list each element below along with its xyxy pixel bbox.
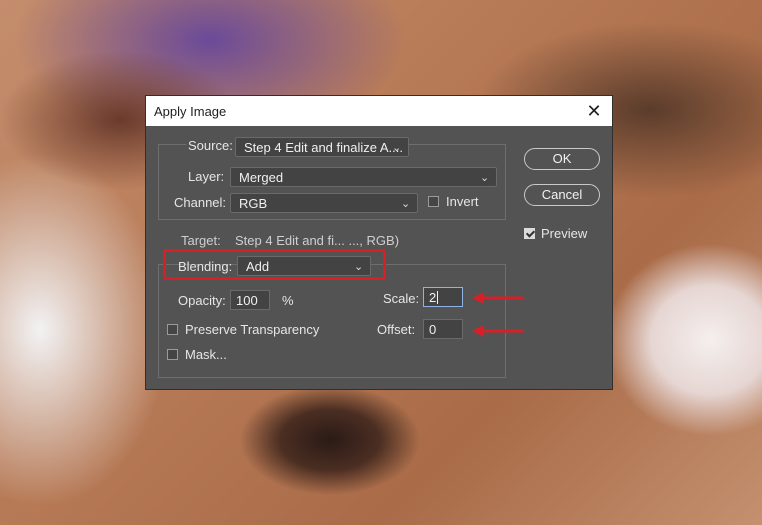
offset-value: 0 [429, 322, 437, 337]
preserve-transparency-label[interactable]: Preserve Transparency [185, 322, 319, 337]
opacity-value: 100 [236, 293, 258, 308]
arrow-head [472, 325, 484, 337]
layer-value: Merged [239, 170, 284, 185]
scale-value: 2 [429, 290, 437, 305]
invert-checkbox[interactable] [428, 196, 439, 207]
layer-select[interactable]: Merged ⌄ [230, 167, 497, 187]
chevron-down-icon: ⌄ [480, 172, 490, 184]
scale-input[interactable]: 2 [423, 287, 463, 307]
preserve-transparency-checkbox[interactable] [167, 324, 178, 335]
preview-label[interactable]: Preview [541, 226, 587, 241]
target-value: Step 4 Edit and fi... ..., RGB) [235, 233, 400, 248]
scale-label: Scale: [383, 291, 420, 306]
opacity-label: Opacity: [178, 293, 226, 308]
dialog-title: Apply Image [154, 104, 227, 119]
opacity-unit: % [282, 293, 294, 308]
opacity-input[interactable]: 100 [230, 290, 270, 310]
ok-button[interactable]: OK [524, 148, 600, 170]
chevron-down-icon: ⌄ [392, 142, 402, 154]
text-caret [437, 291, 439, 304]
channel-value: RGB [239, 196, 268, 211]
invert-label[interactable]: Invert [446, 194, 479, 209]
offset-label: Offset: [377, 322, 416, 337]
channel-select[interactable]: RGB ⌄ [230, 193, 418, 213]
chevron-down-icon: ⌄ [401, 198, 411, 210]
preview-checkbox[interactable] [524, 228, 535, 239]
target-label: Target: [181, 233, 221, 248]
source-value: Step 4 Edit and finalize A.... [244, 140, 403, 155]
offset-input[interactable]: 0 [423, 319, 463, 339]
source-label: Source: [186, 138, 235, 153]
channel-label: Channel: [174, 195, 227, 210]
arrow-head [472, 292, 484, 304]
source-select[interactable]: Step 4 Edit and finalize A.... ⌄ [235, 137, 409, 157]
apply-image-dialog: Apply Image ✕ Source: Step 4 Edit and fi… [145, 95, 613, 390]
mask-label[interactable]: Mask... [185, 347, 227, 362]
scale-annotation-arrow [472, 292, 524, 304]
cancel-button[interactable]: Cancel [524, 184, 600, 206]
offset-annotation-arrow [472, 325, 524, 337]
dialog-titlebar: Apply Image ✕ [146, 96, 612, 126]
mask-checkbox[interactable] [167, 349, 178, 360]
blending-highlight [163, 249, 386, 280]
layer-label: Layer: [188, 169, 225, 184]
close-icon[interactable]: ✕ [582, 99, 606, 123]
